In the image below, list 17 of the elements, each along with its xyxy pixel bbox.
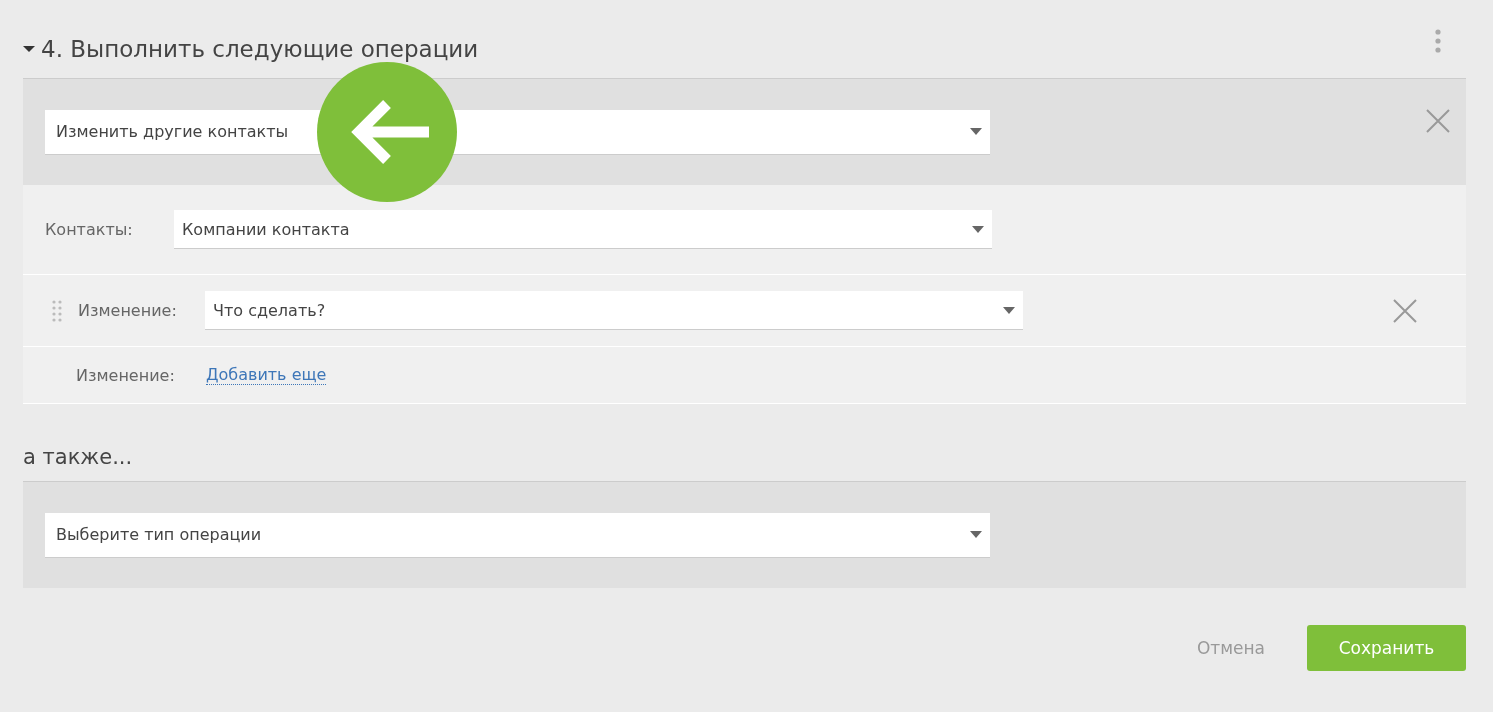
select-field[interactable]: Компании контакта	[174, 210, 992, 249]
add-more-link[interactable]: Добавить еще	[206, 365, 327, 385]
drag-handle-icon[interactable]	[52, 299, 62, 322]
section-title: 4. Выполнить следующие операции	[41, 36, 480, 62]
caret-icon	[970, 531, 982, 538]
change-label: Изменение:	[78, 301, 178, 320]
contacts-label: Контакты:	[45, 220, 134, 239]
caret-icon	[970, 128, 982, 135]
caret-icon	[972, 225, 984, 233]
caret-icon	[1003, 306, 1015, 314]
select-field[interactable]: Что сделать?	[205, 291, 1023, 330]
close-icon[interactable]	[1393, 298, 1417, 323]
caret-icon[interactable]	[23, 45, 35, 53]
select-field[interactable]: Выберите тип операции	[45, 512, 990, 558]
close-icon[interactable]	[1426, 109, 1450, 133]
change-label: Изменение:	[76, 365, 176, 385]
more-icon[interactable]	[1435, 29, 1441, 53]
